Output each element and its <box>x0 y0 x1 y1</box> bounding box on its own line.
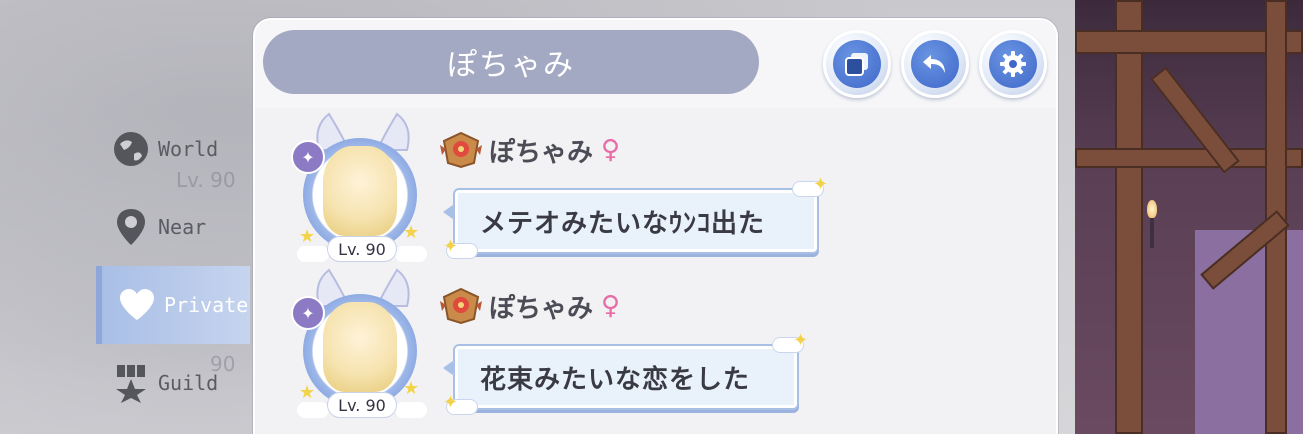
character-portrait <box>323 146 397 236</box>
game-scene <box>1075 0 1303 434</box>
character-portrait <box>323 302 397 392</box>
guild-emblem-icon <box>437 286 485 326</box>
channel-nav: World Near Private Guild <box>96 110 250 422</box>
back-arrow-icon <box>923 55 945 73</box>
chat-header: ぽちゃみ <box>255 20 1056 108</box>
nav-label: Near <box>158 215 207 239</box>
chat-message: ✦ ★ ★ Lv. 90 ぽちゃみ ♀ メテオみたいなｳﾝｺ出た ✦ ✦ <box>291 110 1031 270</box>
nav-label: Private <box>164 293 249 317</box>
heart-icon <box>116 284 158 326</box>
rank-badge-icon: ✦ <box>291 296 325 330</box>
nav-label: Guild <box>158 371 219 395</box>
globe-icon <box>110 128 152 170</box>
nav-item-world[interactable]: World <box>96 110 250 188</box>
nav-label: World <box>158 137 219 161</box>
avatar[interactable]: ✦ ★ ★ Lv. 90 <box>291 110 431 270</box>
nav-item-near[interactable]: Near <box>96 188 250 266</box>
sender-name[interactable]: ぽちゃみ <box>489 132 593 169</box>
window-switch-button[interactable] <box>823 30 891 98</box>
level-badge: Lv. 90 <box>327 392 397 418</box>
message-bubble: メテオみたいなｳﾝｺ出た <box>455 190 817 252</box>
rank-badge-icon: ✦ <box>291 140 325 174</box>
message-bubble: 花束みたいな恋をした <box>455 346 797 408</box>
message-text: 花束みたいな恋をした <box>480 364 751 395</box>
guild-banner-icon <box>110 362 152 404</box>
message-list[interactable]: ✦ ★ ★ Lv. 90 ぽちゃみ ♀ メテオみたいなｳﾝｺ出た ✦ ✦ ✦ ★… <box>255 108 1056 434</box>
female-icon: ♀ <box>601 291 621 321</box>
chat-title: ぽちゃみ <box>263 30 759 94</box>
message-text: メテオみたいなｳﾝｺ出た <box>480 208 766 239</box>
chat-message: ✦ ★ ★ Lv. 90 ぽちゃみ ♀ 花束みたいな恋をした ✦ ✦ <box>291 266 1031 426</box>
guild-emblem-icon <box>437 130 485 170</box>
sender-row: ぽちゃみ ♀ <box>437 130 620 170</box>
level-badge: Lv. 90 <box>327 236 397 262</box>
chat-window: ぽちゃみ ✦ ★ ★ Lv. 90 ぽちゃみ ♀ メテオみたいなｳﾝｺ出た ✦ … <box>253 18 1058 434</box>
window-switch-icon <box>845 53 868 76</box>
settings-button[interactable] <box>979 30 1047 98</box>
nav-item-guild[interactable]: Guild <box>96 344 250 422</box>
nav-item-private[interactable]: Private <box>96 266 250 344</box>
gear-icon <box>1000 51 1026 77</box>
avatar[interactable]: ✦ ★ ★ Lv. 90 <box>291 266 431 426</box>
back-button[interactable] <box>901 30 969 98</box>
female-icon: ♀ <box>601 135 621 165</box>
sender-row: ぽちゃみ ♀ <box>437 286 620 326</box>
wall-lamp-icon <box>1145 200 1159 250</box>
sender-name[interactable]: ぽちゃみ <box>489 288 593 325</box>
location-pin-icon <box>110 206 152 248</box>
